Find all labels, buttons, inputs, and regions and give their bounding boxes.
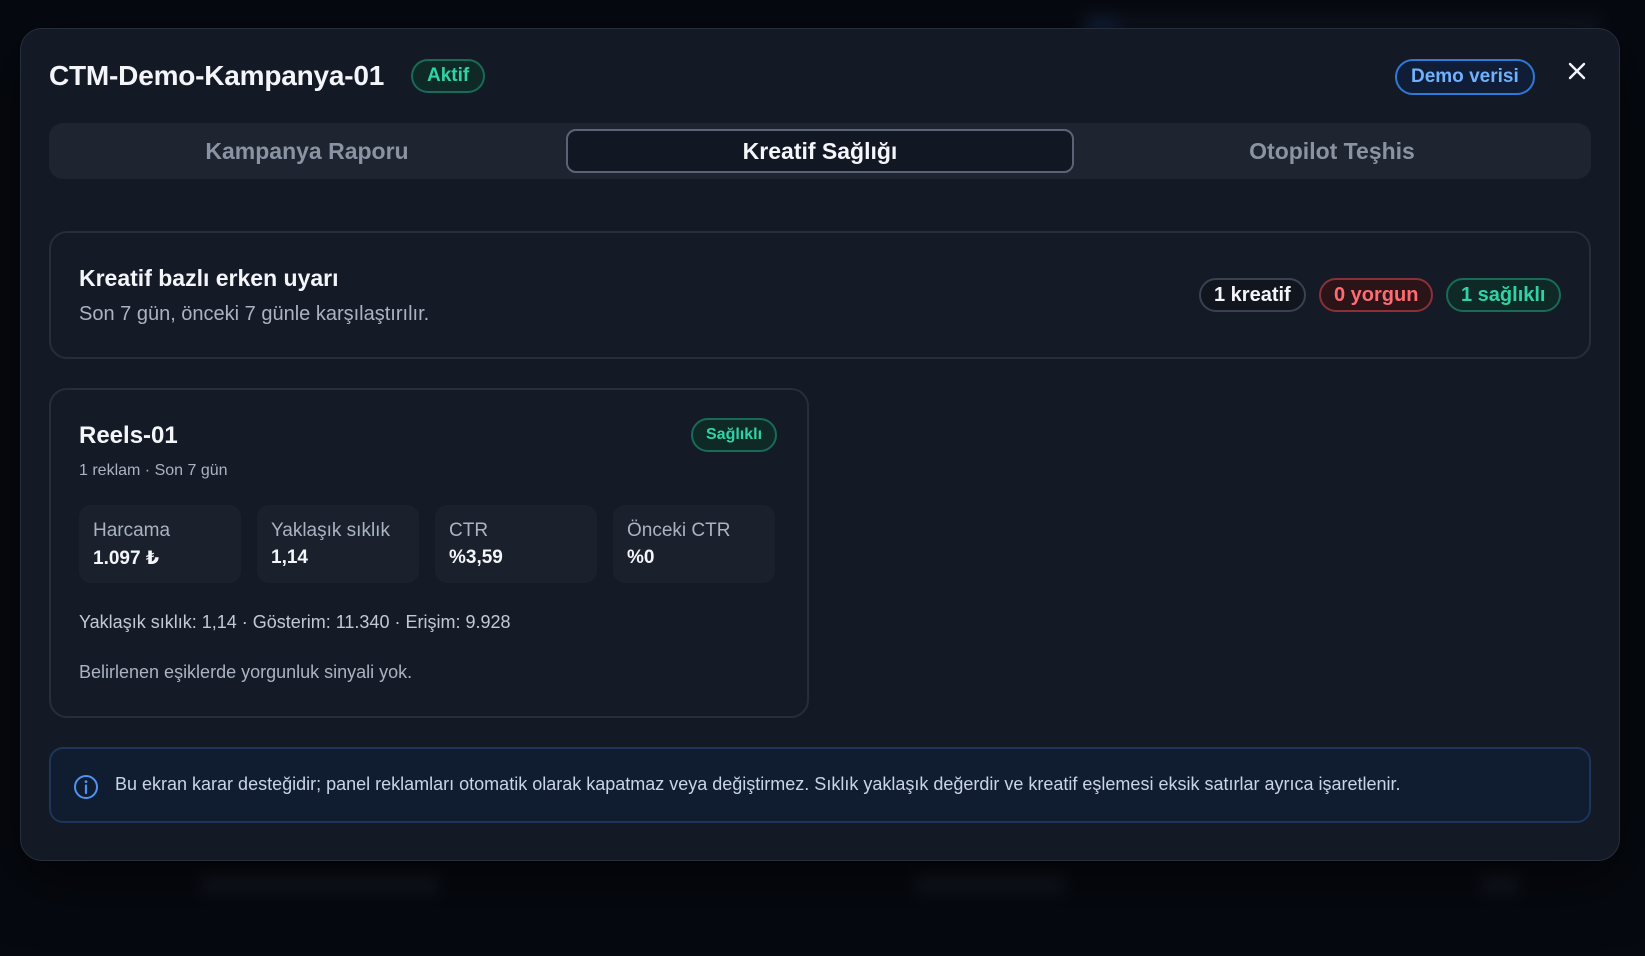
metric-label: CTR	[449, 520, 489, 541]
metric-label: Harcama	[93, 520, 171, 541]
creative-name: Reels-01	[79, 422, 178, 449]
tab-autopilot-diagnosis[interactable]: Otopilot Teşhis	[1078, 129, 1586, 173]
modal-title: CTM-Demo-Kampanya-01	[49, 60, 385, 91]
metric-value: %3,59	[449, 547, 503, 568]
metric-value: %0	[627, 547, 655, 568]
close-icon	[1568, 62, 1586, 80]
summary-title: Kreatif bazlı erken uyarı	[79, 265, 339, 291]
metric-ctr: CTR %3,59	[435, 505, 597, 583]
creative-health-modal: CTM-Demo-Kampanya-01 Aktif Demo verisi K…	[20, 28, 1620, 861]
info-icon	[74, 775, 98, 799]
creative-meta: 1 reklam · Son 7 gün	[79, 462, 228, 479]
tab-campaign-report[interactable]: Kampanya Raporu	[53, 129, 561, 173]
info-banner: Bu ekran karar desteğidir; panel reklaml…	[49, 747, 1591, 823]
creative-status-badge: Sağlıklı	[691, 418, 778, 452]
metric-value: 1.097 ₺	[93, 548, 160, 569]
creative-count-badge: 1 kreatif	[1199, 278, 1306, 312]
creative-card: Reels-01 1 reklam · Son 7 gün Sağlıklı H…	[49, 388, 809, 718]
fatigue-note: Belirlenen eşiklerde yorgunluk sinyali y…	[79, 662, 413, 682]
metric-label: Önceki CTR	[627, 520, 731, 541]
metric-label: Yaklaşık sıklık	[271, 520, 390, 541]
early-warning-summary-card: Kreatif bazlı erken uyarı Son 7 gün, önc…	[49, 231, 1591, 359]
close-button[interactable]	[1561, 55, 1593, 87]
fatigued-count-badge: 0 yorgun	[1319, 278, 1434, 312]
tab-bar: Kampanya Raporu Kreatif Sağlığı Otopilot…	[49, 123, 1591, 179]
metric-previous-ctr: Önceki CTR %0	[613, 505, 775, 583]
metric-frequency: Yaklaşık sıklık 1,14	[257, 505, 419, 583]
demo-data-badge: Demo verisi	[1395, 59, 1535, 95]
summary-subtitle: Son 7 gün, önceki 7 günle karşılaştırılı…	[79, 303, 430, 325]
info-text: Bu ekran karar desteğidir; panel reklaml…	[115, 774, 1401, 794]
healthy-count-badge: 1 sağlıklı	[1446, 278, 1561, 312]
metric-value: 1,14	[271, 547, 308, 568]
creative-stats: Yaklaşık sıklık: 1,14 · Gösterim: 11.340…	[79, 612, 511, 632]
metric-spend: Harcama 1.097 ₺	[79, 505, 241, 583]
tab-creative-health[interactable]: Kreatif Sağlığı	[566, 129, 1074, 173]
campaign-status-badge: Aktif	[411, 59, 486, 93]
